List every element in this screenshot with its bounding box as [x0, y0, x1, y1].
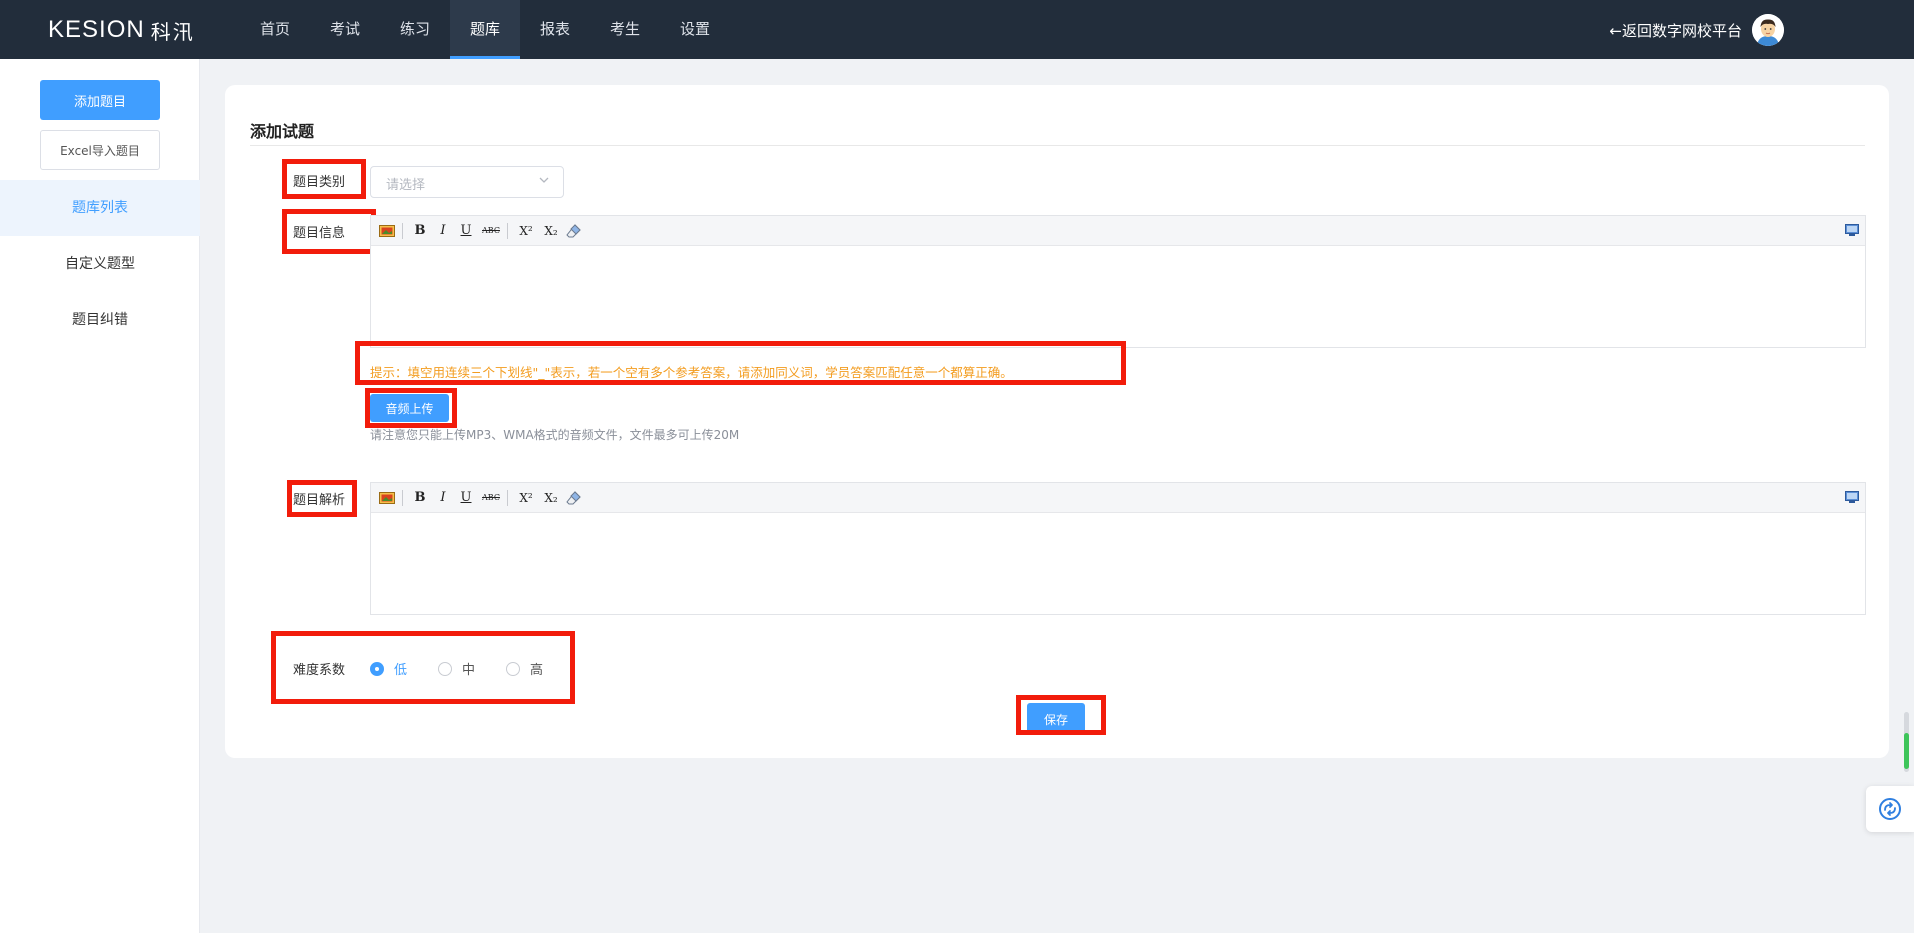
- eraser-icon[interactable]: [566, 490, 582, 506]
- eraser-icon[interactable]: [566, 223, 582, 239]
- bold-button[interactable]: B: [414, 490, 426, 506]
- add-question-form-card: 添加试题 题目类别 请选择 题目信息 B I U ABC X² X₂ 提示：填空…: [225, 85, 1889, 758]
- nav-question-bank[interactable]: 题库: [450, 0, 520, 59]
- chevron-down-icon: [539, 177, 549, 183]
- question-info-editor[interactable]: B I U ABC X² X₂: [370, 215, 1866, 348]
- toolbar-separator: [402, 223, 403, 239]
- italic-button[interactable]: I: [438, 490, 448, 506]
- refresh-service-icon: [1879, 798, 1901, 820]
- difficulty-label: 难度系数: [293, 663, 346, 678]
- superscript-button[interactable]: X²: [517, 223, 535, 239]
- analysis-editor-toolbar: B I U ABC X² X₂: [371, 483, 1865, 513]
- category-placeholder: 请选择: [386, 178, 426, 193]
- category-select[interactable]: 请选择: [370, 166, 564, 198]
- difficulty-medium-radio[interactable]: 中: [438, 659, 475, 678]
- sidebar-item-question-list[interactable]: 题库列表: [0, 180, 200, 236]
- sidebar-item-custom-types[interactable]: 自定义题型: [0, 236, 200, 292]
- subscript-button[interactable]: X₂: [542, 490, 560, 506]
- bold-button[interactable]: B: [414, 223, 426, 239]
- back-to-platform-link[interactable]: ←返回数字网校平台: [1609, 20, 1742, 41]
- nav-practice[interactable]: 练习: [380, 0, 450, 59]
- italic-button[interactable]: I: [438, 223, 448, 239]
- radio-circle: [506, 661, 520, 676]
- highlight-save-button: [1016, 695, 1106, 735]
- difficulty-low-radio[interactable]: 低: [370, 659, 407, 678]
- strikethrough-button[interactable]: ABC: [481, 490, 501, 506]
- main-nav: 首页 考试 练习 题库 报表 考生 设置: [240, 0, 730, 59]
- category-label: 题目类别: [293, 175, 346, 190]
- superscript-button[interactable]: X²: [517, 490, 535, 506]
- question-analysis-label: 题目解析: [293, 493, 346, 508]
- subscript-button[interactable]: X₂: [542, 223, 560, 239]
- title-divider: [250, 145, 1865, 146]
- add-question-button[interactable]: 添加题目: [40, 80, 160, 120]
- highlight-audio-button: [365, 388, 457, 428]
- radio-circle: [438, 661, 452, 676]
- strikethrough-button[interactable]: ABC: [481, 223, 501, 239]
- nav-examinees[interactable]: 考生: [590, 0, 660, 59]
- question-info-label: 题目信息: [293, 226, 346, 241]
- underline-button[interactable]: U: [460, 490, 472, 506]
- scrollbar-thumb[interactable]: [1904, 733, 1909, 769]
- fill-blank-hint: 提示：填空用连续三个下划线"_"表示，若一个空有多个参考答案，请添加同义词，学员…: [370, 365, 1013, 380]
- question-analysis-editor[interactable]: B I U ABC X² X₂: [370, 482, 1866, 615]
- difficulty-high-radio[interactable]: 高: [506, 659, 543, 678]
- fullscreen-icon[interactable]: [1845, 491, 1859, 504]
- audio-upload-note: 请注意您只能上传MP3、WMA格式的音频文件，文件最多可上传20M: [370, 428, 740, 442]
- image-insert-icon[interactable]: [379, 224, 395, 238]
- nav-exam[interactable]: 考试: [310, 0, 380, 59]
- logo-text-en: KESION: [48, 16, 145, 43]
- floating-service-button[interactable]: [1866, 786, 1914, 832]
- logo-text-cn: 科汛: [150, 19, 195, 44]
- image-insert-icon[interactable]: [379, 491, 395, 505]
- sidebar-item-error-correction[interactable]: 题目纠错: [0, 292, 200, 348]
- fullscreen-icon[interactable]: [1845, 224, 1859, 237]
- radio-circle: [370, 661, 384, 676]
- toolbar-separator: [507, 490, 508, 506]
- info-editor-toolbar: B I U ABC X² X₂: [371, 216, 1865, 246]
- toolbar-separator: [507, 223, 508, 239]
- nav-reports[interactable]: 报表: [520, 0, 590, 59]
- difficulty-low-label: 低: [394, 663, 408, 678]
- sidebar: 添加题目 Excel导入题目 题库列表 自定义题型 题目纠错: [0, 59, 200, 933]
- avatar-icon: [1752, 14, 1784, 46]
- underline-button[interactable]: U: [460, 223, 472, 239]
- page-title: 添加试题: [250, 122, 315, 141]
- excel-import-button[interactable]: Excel导入题目: [40, 130, 160, 170]
- kesion-logo[interactable]: KESION 科汛: [48, 16, 195, 44]
- user-avatar[interactable]: [1752, 14, 1784, 46]
- nav-settings[interactable]: 设置: [660, 0, 730, 59]
- difficulty-medium-label: 中: [462, 663, 476, 678]
- nav-home[interactable]: 首页: [240, 0, 310, 59]
- top-navbar: KESION 科汛 首页 考试 练习 题库 报表 考生 设置 ←返回数字网校平台: [0, 0, 1914, 59]
- difficulty-high-label: 高: [530, 663, 544, 678]
- toolbar-separator: [402, 490, 403, 506]
